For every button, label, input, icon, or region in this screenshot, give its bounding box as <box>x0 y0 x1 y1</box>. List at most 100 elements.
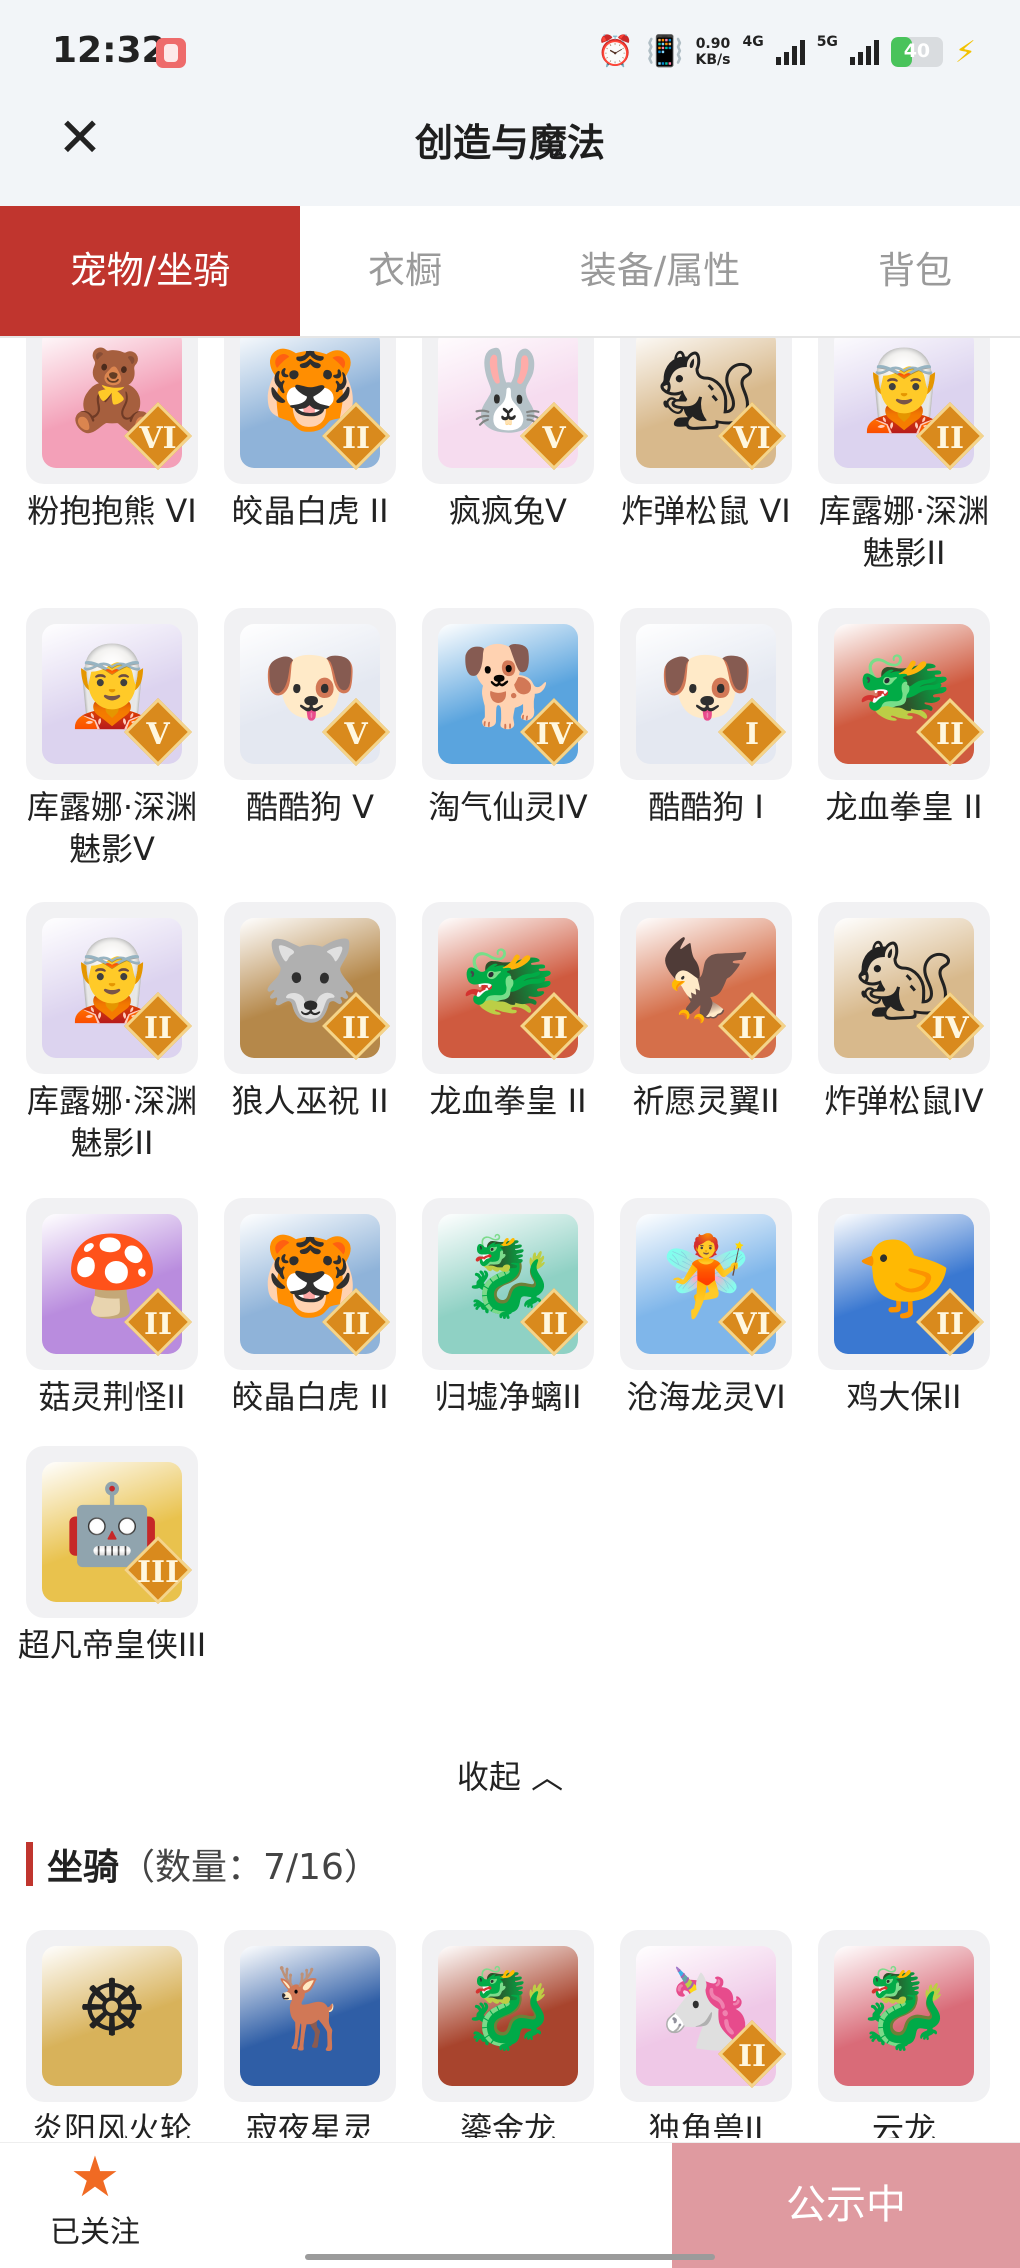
vibrate-icon: 📳 <box>646 34 684 69</box>
app-notification-icon <box>156 38 186 68</box>
rank-badge-label: II <box>143 1307 173 1342</box>
net-speed: 0.90 KB/s <box>695 36 730 68</box>
collapse-button[interactable]: 收起 ︿ <box>0 1752 1020 1798</box>
section-title: 坐骑 <box>47 1847 120 1888</box>
rank-badge-label: II <box>341 1011 371 1046</box>
status-time: 12:32 <box>52 30 167 71</box>
rank-badge-label: V <box>344 717 368 752</box>
pet-card[interactable]: 🧝 V 库露娜·深渊魅影V <box>14 608 210 870</box>
pet-card[interactable]: 🦅 II 祈愿灵翼II <box>608 902 804 1122</box>
follow-label: 已关注 <box>50 2215 140 2250</box>
pet-thumbnail: 🦅 II <box>620 902 792 1074</box>
pet-thumbnail: 🐺 II <box>224 902 396 1074</box>
follow-button[interactable]: ★ 已关注 <box>30 2143 160 2268</box>
pet-card[interactable]: 🐰 V 疯疯兔V <box>410 338 606 532</box>
rank-badge-label: VI <box>733 1307 771 1342</box>
mount-name: 寂夜星灵 <box>245 2110 374 2138</box>
mount-thumbnail: 🐉 <box>818 1930 990 2102</box>
publicity-button[interactable]: 公示中 <box>672 2143 1020 2268</box>
rank-badge-label: V <box>146 717 170 752</box>
pet-name: 酷酷狗 I <box>648 788 764 826</box>
pet-card[interactable]: 🧚 VI 沧海龙灵VI <box>608 1198 804 1418</box>
pet-name: 菇灵荆怪II <box>38 1378 186 1416</box>
pet-thumbnail: 🐲 II <box>422 902 594 1074</box>
pet-card[interactable]: 🐶 V 酷酷狗 V <box>212 608 408 828</box>
collapse-label: 收起 <box>456 1758 521 1796</box>
rank-badge-label: II <box>737 1011 767 1046</box>
pet-card[interactable]: 🍄 II 菇灵荆怪II <box>14 1198 210 1418</box>
mount-thumbnail: ☸ <box>26 1930 198 2102</box>
mount-card[interactable]: 🐉 云龙 <box>806 1930 1002 2138</box>
top-bar: 12:32 ⏰ 📳 0.90 KB/s 4G 5G 40 ⚡ ✕ 创造与魔法 <box>0 0 1020 206</box>
home-indicator[interactable] <box>305 2254 715 2260</box>
pet-card[interactable]: 🐯 II 皎晶白虎 II <box>212 1198 408 1418</box>
page-title: 创造与魔法 <box>414 121 605 165</box>
rank-badge-label: II <box>737 2039 767 2074</box>
pet-thumbnail: 🧝 II <box>26 902 198 1074</box>
pet-thumbnail: 🐉 II <box>422 1198 594 1370</box>
rank-badge-label: II <box>935 421 965 456</box>
mounts-section-header: 坐骑 （数量：7/16） <box>26 1842 380 1888</box>
tab-bar: 宠物/坐骑 衣橱 装备/属性 背包 <box>0 206 1020 338</box>
mount-thumbnail: 🐉 <box>422 1930 594 2102</box>
rank-badge-label: II <box>935 1307 965 1342</box>
rank-badge-label: VI <box>733 421 771 456</box>
mount-icon: 🐉 <box>459 1964 557 2054</box>
pet-card[interactable]: 🐲 II 龙血拳皇 II <box>410 902 606 1122</box>
mount-name: 炎阳风火轮 <box>31 2110 192 2138</box>
pet-card[interactable]: 🐿 VI 炸弹松鼠 VI <box>608 338 804 532</box>
pet-card[interactable]: 🧝 II 库露娜·深渊魅影II <box>14 902 210 1164</box>
mount-icon: 🦌 <box>261 1964 359 2054</box>
rank-badge-label: II <box>539 1307 569 1342</box>
pet-name: 淘气仙灵IV <box>428 788 588 826</box>
pet-name: 皎晶白虎 II <box>231 1378 389 1416</box>
mount-icon: 🐉 <box>855 1964 953 2054</box>
rank-badge-label: II <box>935 717 965 752</box>
pet-thumbnail: 🐯 II <box>224 338 396 484</box>
pet-name: 库露娜·深渊魅影II <box>26 1082 198 1162</box>
pet-card[interactable]: 🐶 I 酷酷狗 I <box>608 608 804 828</box>
pet-card[interactable]: 🐿 IV 炸弹松鼠IV <box>806 902 1002 1122</box>
pet-card[interactable]: 🧝 II 库露娜·深渊魅影II <box>806 338 1002 574</box>
tab-backpack[interactable]: 背包 <box>810 206 1020 336</box>
pet-card[interactable]: 🐕 IV 淘气仙灵IV <box>410 608 606 828</box>
mount-card[interactable]: 🦄 II 独角兽II <box>608 1930 804 2138</box>
pet-name: 沧海龙灵VI <box>626 1378 786 1416</box>
mount-card[interactable]: 🐉 鎏金龙 <box>410 1930 606 2138</box>
charging-icon: ⚡ <box>954 34 976 70</box>
bottom-bar: ★ 已关注 公示中 <box>0 2142 1020 2268</box>
pet-card[interactable]: 🧸 VI 粉抱抱熊 VI <box>14 338 210 532</box>
pet-name: 超凡帝皇侠III <box>17 1626 207 1664</box>
rank-badge-label: III <box>136 1555 180 1590</box>
tab-equipment[interactable]: 装备/属性 <box>510 206 810 336</box>
mount-thumbnail: 🦄 II <box>620 1930 792 2102</box>
pet-card[interactable]: 🐉 II 归墟净螭II <box>410 1198 606 1418</box>
pet-name: 库露娜·深渊魅影V <box>26 788 198 868</box>
pet-card[interactable]: 🐺 II 狼人巫祝 II <box>212 902 408 1122</box>
rank-badge-label: I <box>744 717 760 752</box>
rank-badge-label: IV <box>931 1011 969 1046</box>
mount-card[interactable]: ☸ 炎阳风火轮 <box>14 1930 210 2138</box>
rank-badge-label: IV <box>535 717 573 752</box>
pet-card[interactable]: 🐤 II 鸡大保II <box>806 1198 1002 1418</box>
network-4g-label: 4G <box>742 34 764 50</box>
rank-badge-label: V <box>542 421 566 456</box>
pet-thumbnail: 🤖 III <box>26 1446 198 1618</box>
pet-name: 疯疯兔V <box>449 492 567 530</box>
pet-card[interactable]: 🐯 II 皎晶白虎 II <box>212 338 408 532</box>
tab-pets-mounts[interactable]: 宠物/坐骑 <box>0 206 300 336</box>
pet-thumbnail: 🐲 II <box>818 608 990 780</box>
battery-percent: 40 <box>903 40 931 62</box>
section-accent-bar <box>26 1842 33 1886</box>
pet-thumbnail: 🧸 VI <box>26 338 198 484</box>
status-icons: ⏰ 📳 0.90 KB/s 4G 5G 40 ⚡ <box>597 30 976 74</box>
pet-name: 鸡大保II <box>846 1378 962 1416</box>
pet-thumbnail: 🐿 IV <box>818 902 990 1074</box>
tab-wardrobe[interactable]: 衣橱 <box>300 206 510 336</box>
pet-card[interactable]: 🐲 II 龙血拳皇 II <box>806 608 1002 828</box>
mount-card[interactable]: 🦌 寂夜星灵 <box>212 1930 408 2138</box>
rank-badge-label: II <box>143 1011 173 1046</box>
pet-card[interactable]: 🤖 III 超凡帝皇侠III <box>14 1446 210 1666</box>
net-speed-value: 0.90 <box>695 36 731 52</box>
pet-name: 归墟净螭II <box>434 1378 582 1416</box>
